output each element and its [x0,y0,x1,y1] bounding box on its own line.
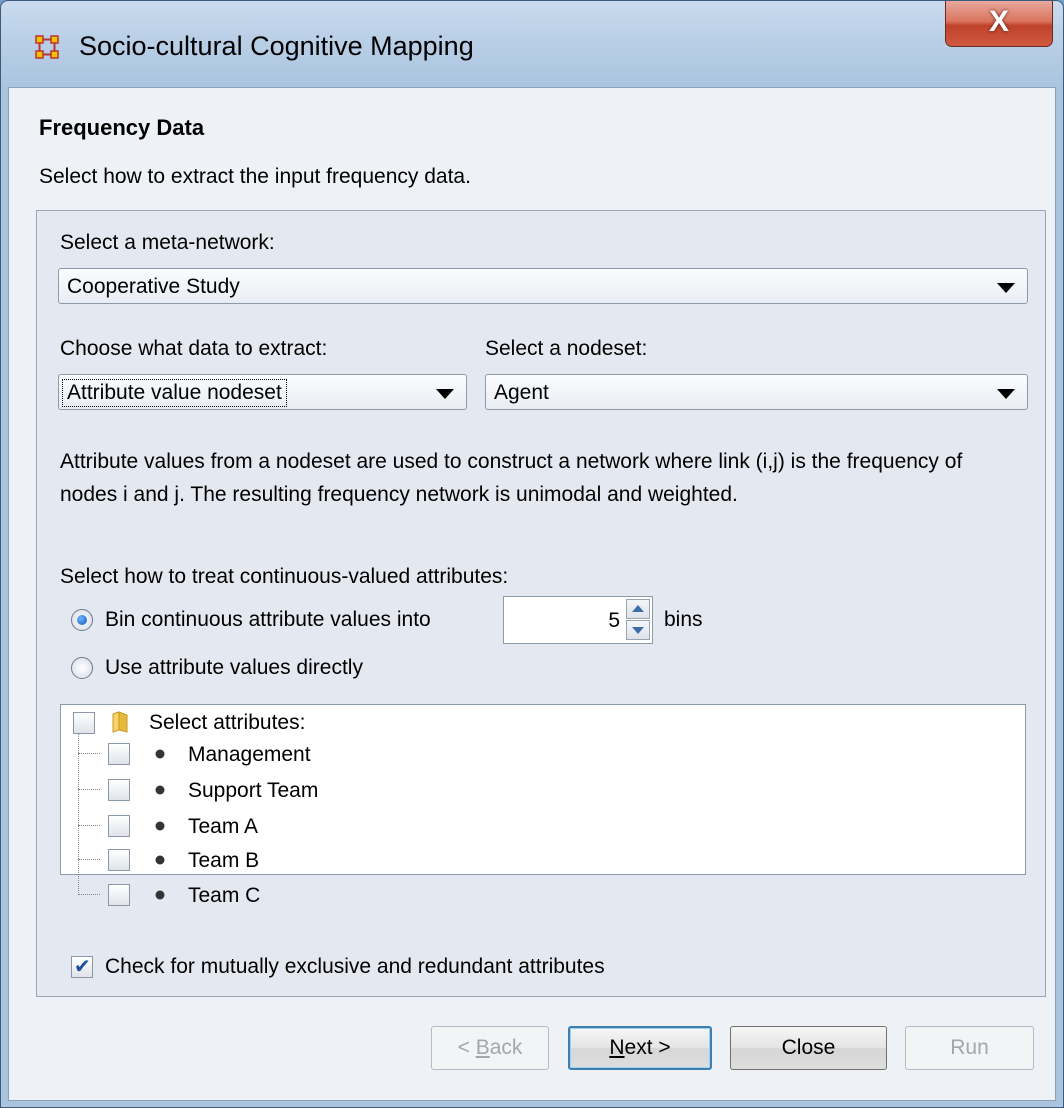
attribute-checkbox-team-c[interactable] [108,884,130,906]
folder-icon [112,711,128,733]
attribute-checkbox-team-b[interactable] [108,849,130,871]
tree-connector [78,789,100,790]
bin-count-spinner[interactable]: 5 [503,596,653,644]
title-bar[interactable]: Socio-cultural Cognitive Mapping X [1,1,1063,87]
attributes-root-label: Select attributes: [149,711,306,734]
meta-network-select[interactable]: Cooperative Study [58,268,1028,304]
window-close-button[interactable]: X [945,1,1053,47]
tree-connector [78,894,100,895]
check-exclusive-label[interactable]: Check for mutually exclusive and redunda… [105,955,605,979]
direct-values-radio[interactable] [71,657,93,679]
select-all-attributes-checkbox[interactable] [73,712,95,734]
continuous-label: Select how to treat continuous-valued at… [60,565,509,588]
nodeset-select[interactable]: Agent [485,374,1028,410]
panel-subtitle: Select how to extract the input frequenc… [39,165,471,188]
attribute-label[interactable]: Team A [188,815,258,839]
description-text: Attribute values from a nodeset are used… [60,450,963,506]
bin-values-radio[interactable] [71,609,93,631]
next-rest: ext > [624,1036,671,1059]
next-button[interactable]: Next > [568,1026,712,1070]
attribute-bullet-icon [155,749,165,759]
attributes-tree: Select attributes: Management Support Te… [60,704,1026,907]
chevron-down-icon [436,389,454,399]
attribute-bullet-icon [155,785,165,795]
back-mnemonic: B [475,1036,490,1059]
direct-values-label[interactable]: Use attribute values directly [105,656,363,680]
next-mnemonic: N [609,1036,625,1059]
attribute-label[interactable]: Team C [188,884,260,908]
tree-connector [78,825,100,826]
meta-network-value: Cooperative Study [67,275,240,298]
attribute-bullet-icon [155,855,165,865]
back-rest: ack [489,1036,523,1059]
run-button[interactable]: Run [905,1026,1034,1070]
attribute-bullet-icon [155,821,165,831]
extract-data-value: Attribute value nodeset [62,379,287,407]
bins-suffix: bins [664,608,703,631]
nodeset-label: Select a nodeset: [485,337,648,360]
attribute-checkbox-management[interactable] [108,743,130,765]
attribute-label[interactable]: Team B [188,849,259,873]
bin-values-label[interactable]: Bin continuous attribute values into [105,608,431,632]
attribute-label[interactable]: Management [188,743,311,767]
bin-count-value: 5 [608,609,620,632]
spinner-buttons [626,599,650,641]
back-button[interactable]: < Back [431,1026,549,1070]
attribute-checkbox-team-a[interactable] [108,815,130,837]
tree-connector [78,733,79,895]
attribute-checkbox-support-team[interactable] [108,779,130,801]
attribute-bullet-icon [155,890,165,900]
check-exclusive-checkbox[interactable] [71,954,93,978]
attribute-label[interactable]: Support Team [188,779,318,803]
window-title: Socio-cultural Cognitive Mapping [79,31,474,61]
chevron-down-icon [997,283,1015,293]
chevron-down-icon [997,389,1015,399]
panel-title: Frequency Data [39,115,205,140]
spinner-up-icon[interactable] [626,599,650,619]
close-button[interactable]: Close [730,1026,887,1070]
app-network-icon [35,35,59,59]
dialog-window: Socio-cultural Cognitive Mapping X Frequ… [0,0,1064,1108]
back-prefix: < [457,1036,476,1059]
extract-data-select[interactable]: Attribute value nodeset [58,374,467,410]
tree-connector [78,859,100,860]
tree-connector [78,753,100,754]
close-icon: X [988,5,1009,38]
extract-label: Choose what data to extract: [60,337,328,360]
nodeset-value: Agent [494,381,549,404]
meta-network-label: Select a meta-network: [60,231,275,254]
spinner-down-icon[interactable] [626,620,650,640]
